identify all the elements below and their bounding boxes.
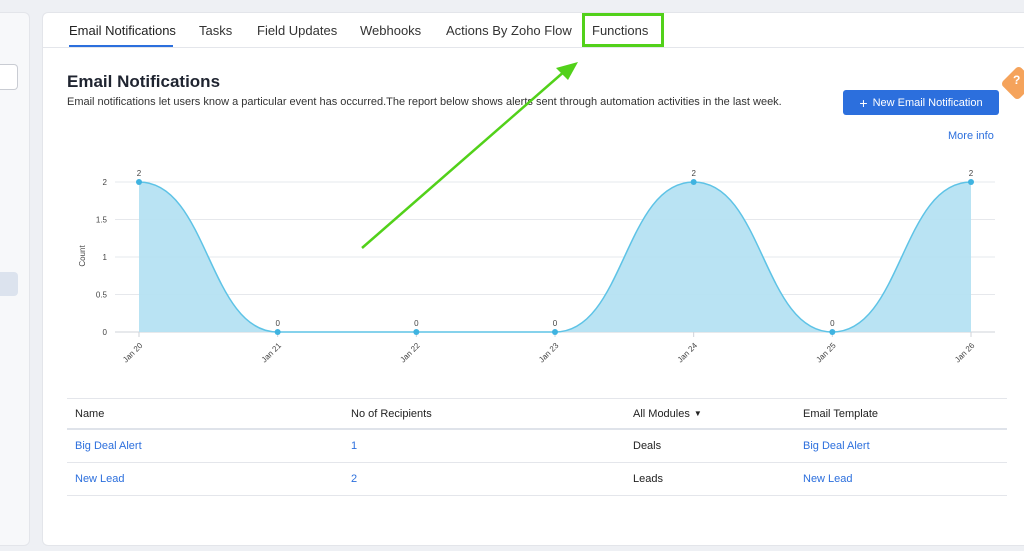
tab-tasks[interactable]: Tasks bbox=[199, 23, 232, 38]
x-tick-label: Jan 25 bbox=[814, 341, 838, 365]
new-email-notification-label: New Email Notification bbox=[872, 96, 983, 109]
data-label: 2 bbox=[137, 169, 142, 178]
question-icon: ? bbox=[1013, 73, 1021, 87]
column-header-recipients: No of Recipients bbox=[351, 408, 432, 420]
column-header-email-template: Email Template bbox=[803, 408, 878, 420]
row-template-link[interactable]: Big Deal Alert bbox=[803, 440, 870, 452]
y-tick-label: 1.5 bbox=[96, 216, 108, 225]
active-tab-indicator bbox=[69, 45, 173, 47]
data-label: 0 bbox=[830, 319, 835, 328]
tab-email-notifications[interactable]: Email Notifications bbox=[69, 23, 176, 38]
email-notifications-chart: 0 0.5 1 1.5 2 Count Jan 20 2 Jan 21 0 Jan 22 0 Jan 2… bbox=[78, 169, 995, 365]
modules-filter-label: All Modules bbox=[633, 408, 690, 420]
page-description: Email notifications let users know a par… bbox=[67, 96, 782, 108]
row-module: Leads bbox=[633, 473, 663, 485]
page-title: Email Notifications bbox=[67, 72, 221, 91]
y-tick-label: 0 bbox=[103, 328, 108, 337]
new-email-notification-button[interactable]: + New Email Notification bbox=[843, 90, 999, 115]
row-template-link[interactable]: New Lead bbox=[803, 473, 853, 485]
more-info-link[interactable]: More info bbox=[948, 130, 994, 142]
table-row: New Lead 2 Leads New Lead bbox=[67, 463, 1007, 496]
x-tick-label: Jan 20 bbox=[121, 341, 145, 365]
sidebar-search-input[interactable] bbox=[0, 64, 18, 90]
row-recipients-link[interactable]: 2 bbox=[351, 473, 357, 485]
caret-down-icon: ▼ bbox=[693, 409, 702, 418]
tab-webhooks[interactable]: Webhooks bbox=[360, 23, 421, 38]
data-point bbox=[968, 179, 974, 185]
tab-bar: Email Notifications Tasks Field Updates … bbox=[43, 13, 1024, 48]
y-tick-label: 0.5 bbox=[96, 291, 108, 300]
tab-field-updates[interactable]: Field Updates bbox=[257, 23, 337, 38]
row-name-link[interactable]: New Lead bbox=[75, 473, 125, 485]
tab-actions-by-zoho-flow[interactable]: Actions By Zoho Flow bbox=[446, 23, 572, 38]
modules-filter-dropdown[interactable]: All Modules ▼ bbox=[633, 408, 702, 420]
data-label: 0 bbox=[414, 319, 419, 328]
plus-icon: + bbox=[859, 94, 868, 111]
data-label: 2 bbox=[691, 169, 696, 178]
sidebar-item-selected[interactable] bbox=[0, 272, 18, 296]
data-point bbox=[136, 179, 142, 185]
data-point bbox=[274, 329, 281, 335]
y-axis-label: Count bbox=[78, 245, 87, 267]
data-point bbox=[552, 329, 558, 335]
row-recipients-link[interactable]: 1 bbox=[351, 440, 357, 452]
table-header: Name No of Recipients All Modules ▼ Email… bbox=[67, 398, 1007, 430]
x-tick-label: Jan 23 bbox=[537, 341, 561, 365]
functions-highlight-box bbox=[582, 13, 664, 47]
data-point bbox=[829, 329, 836, 335]
data-label: 0 bbox=[275, 319, 280, 328]
data-label: 2 bbox=[969, 169, 974, 178]
data-point bbox=[413, 329, 420, 335]
y-tick-label: 1 bbox=[103, 253, 108, 262]
x-tick-label: Jan 26 bbox=[953, 341, 977, 365]
data-point bbox=[690, 179, 697, 185]
column-header-name: Name bbox=[75, 408, 105, 420]
x-tick-label: Jan 21 bbox=[260, 341, 284, 365]
data-label: 0 bbox=[553, 319, 558, 328]
y-tick-label: 2 bbox=[103, 178, 108, 187]
table-row: Big Deal Alert 1 Deals Big Deal Alert bbox=[67, 430, 1007, 463]
x-tick-label: Jan 22 bbox=[398, 341, 422, 365]
row-module: Deals bbox=[633, 440, 662, 452]
x-tick-label: Jan 24 bbox=[676, 341, 700, 365]
email-notifications-table: Name No of Recipients All Modules ▼ Email… bbox=[67, 398, 1007, 496]
row-name-link[interactable]: Big Deal Alert bbox=[75, 440, 142, 452]
